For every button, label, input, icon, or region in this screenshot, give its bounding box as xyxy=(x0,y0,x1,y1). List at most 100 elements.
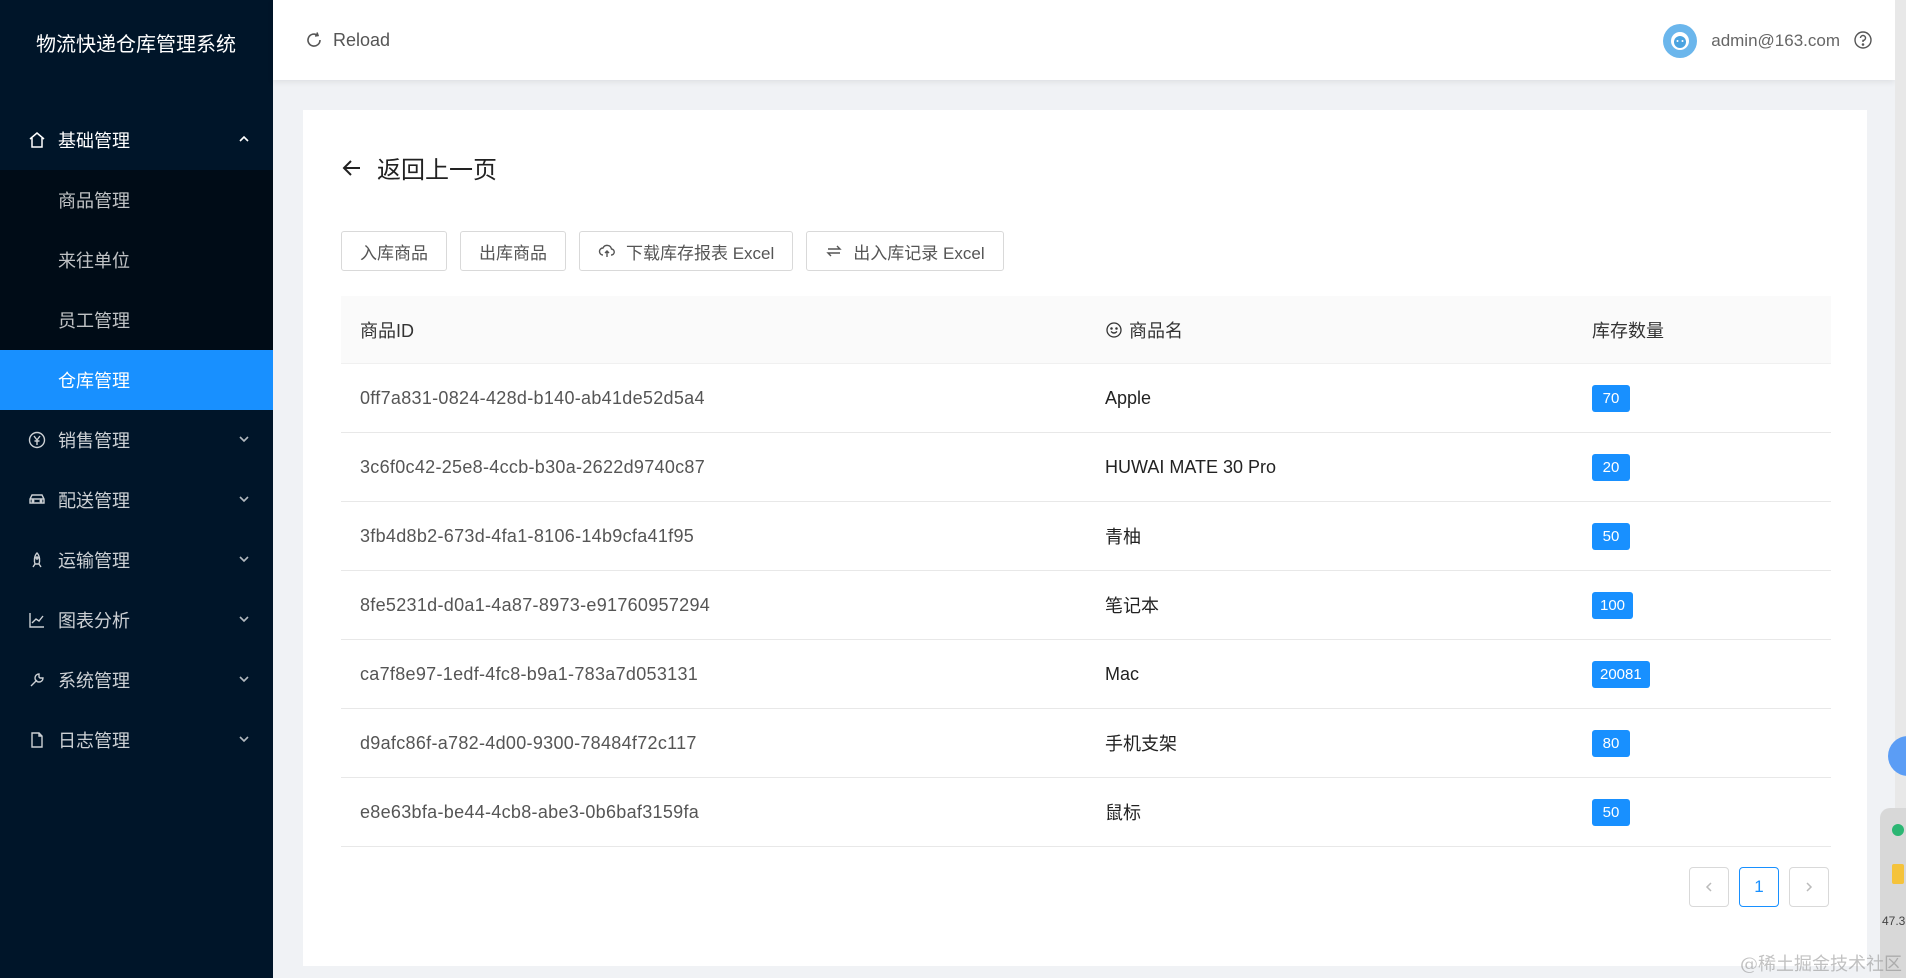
cell-id: d9afc86f-a782-4d00-9300-78484f72c117 xyxy=(360,732,697,753)
column-header-name-label: 商品名 xyxy=(1129,320,1183,341)
app-title: 物流快递仓库管理系统 xyxy=(36,34,236,56)
avatar xyxy=(1663,24,1698,58)
download-report-label: 下载库存报表 Excel xyxy=(626,243,775,263)
cell-name: HUWAI MATE 30 Pro xyxy=(1105,456,1277,477)
cell-qty: 50 xyxy=(1573,798,1831,826)
qty-tag: 100 xyxy=(1592,591,1634,619)
cell-qty: 80 xyxy=(1573,729,1831,757)
menu-group-label: 配送管理 xyxy=(58,491,130,511)
submenu-basic: 商品管理 来往单位 员工管理 仓库管理 xyxy=(0,170,273,410)
qty-tag: 20081 xyxy=(1592,660,1650,688)
prev-page-button[interactable] xyxy=(1689,867,1729,907)
page-button-current[interactable]: 1 xyxy=(1739,867,1779,907)
qty-tag: 20 xyxy=(1592,453,1630,481)
menu-group-label: 系统管理 xyxy=(58,671,130,691)
top-header: Reload admin@163.com xyxy=(273,0,1895,80)
status-bar xyxy=(1892,864,1904,884)
menu-group-basic[interactable]: 基础管理 xyxy=(0,110,273,170)
inbound-button[interactable]: 入库商品 xyxy=(341,231,447,271)
table-row: ca7f8e97-1edf-4fc8-b9a1-783a7d053131 Mac… xyxy=(341,640,1831,709)
cell-id: 0ff7a831-0824-428d-b140-ab41de52d5a4 xyxy=(360,387,705,408)
records-label: 出入库记录 Excel xyxy=(853,243,985,263)
reload-label: Reload xyxy=(333,29,391,50)
user-email: admin@163.com xyxy=(1711,31,1840,50)
yen-icon xyxy=(28,431,46,449)
table-row: d9afc86f-a782-4d00-9300-78484f72c117 手机支… xyxy=(341,709,1831,778)
cell-id: ca7f8e97-1edf-4fc8-b9a1-783a7d053131 xyxy=(360,663,699,684)
watermark: @稀土掘金技术社区 xyxy=(1740,954,1902,975)
records-button[interactable]: 出入库记录 Excel xyxy=(806,231,1004,271)
menu-group-label: 图表分析 xyxy=(58,611,130,631)
table-row: 0ff7a831-0824-428d-b140-ab41de52d5a4 App… xyxy=(341,364,1831,433)
qty-tag: 80 xyxy=(1592,729,1630,757)
chevron-down-icon xyxy=(239,556,249,563)
menu-group-label: 销售管理 xyxy=(58,431,130,451)
table-row: 3fb4d8b2-673d-4fa1-8106-14b9cfa41f95 青柚 … xyxy=(341,502,1831,571)
cloud-upload-icon xyxy=(598,244,615,257)
sidebar-item-staff[interactable]: 员工管理 xyxy=(0,290,273,350)
menu-group-label: 基础管理 xyxy=(58,131,130,151)
toolbar: 入库商品 出库商品 下载库存报表 Excel 出入库记录 Excel xyxy=(341,231,1017,271)
cell-id: 3c6f0c42-25e8-4ccb-b30a-2622d9740c87 xyxy=(360,456,706,477)
cell-qty: 20081 xyxy=(1573,660,1831,688)
cell-name: 手机支架 xyxy=(1105,734,1177,754)
monitor-value: 47.3 xyxy=(1882,914,1906,928)
table-row: 3c6f0c42-25e8-4ccb-b30a-2622d9740c87 HUW… xyxy=(341,433,1831,502)
reload-button[interactable]: Reload xyxy=(305,30,390,51)
back-label: 返回上一页 xyxy=(377,157,497,184)
chevron-down-icon xyxy=(239,736,249,743)
smile-icon xyxy=(1106,321,1122,338)
cell-qty: 100 xyxy=(1573,591,1831,619)
chevron-down-icon xyxy=(239,496,249,503)
sidebar-item-partners[interactable]: 来往单位 xyxy=(0,230,273,290)
sidebar: 物流快递仓库管理系统 基础管理 商品管理 来往单位 员工管理 仓库管理 销售管理… xyxy=(0,0,273,978)
table-row: 8fe5231d-d0a1-4a87-8973-e91760957294 笔记本… xyxy=(341,571,1831,640)
menu-group-system[interactable]: 系统管理 xyxy=(0,650,273,710)
chevron-down-icon xyxy=(239,616,249,623)
cell-name: 鼠标 xyxy=(1105,803,1141,823)
arrow-left-icon xyxy=(342,159,360,176)
menu-group-logs[interactable]: 日志管理 xyxy=(0,710,273,770)
qty-tag: 70 xyxy=(1592,384,1630,412)
menu-group-label: 日志管理 xyxy=(58,731,130,751)
back-button[interactable]: 返回上一页 xyxy=(341,150,497,185)
car-icon xyxy=(28,491,46,509)
file-icon xyxy=(28,731,46,749)
tool-icon xyxy=(28,671,46,689)
sidebar-item-warehouse[interactable]: 仓库管理 xyxy=(0,350,273,410)
qty-tag: 50 xyxy=(1592,522,1630,550)
chevron-down-icon xyxy=(239,676,249,683)
cell-id: 8fe5231d-d0a1-4a87-8973-e91760957294 xyxy=(360,594,711,615)
reload-icon xyxy=(307,32,321,47)
column-header-name: 商品名 xyxy=(1086,317,1573,343)
chevron-down-icon xyxy=(239,436,249,443)
cell-qty: 20 xyxy=(1573,453,1831,481)
cell-name: Mac xyxy=(1105,663,1140,684)
sidebar-item-goods[interactable]: 商品管理 xyxy=(0,170,273,230)
cell-qty: 50 xyxy=(1573,522,1831,550)
column-header-qty: 库存数量 xyxy=(1592,320,1664,341)
column-header-id: 商品ID xyxy=(360,320,414,341)
menu-group-label: 运输管理 xyxy=(58,551,130,571)
menu-group-charts[interactable]: 图表分析 xyxy=(0,590,273,650)
user-menu[interactable]: admin@163.com xyxy=(1663,24,1840,58)
inventory-table: 商品ID 商品名 库存数量 0ff7a831-0824-428d-b140-ab… xyxy=(341,296,1831,847)
next-page-button[interactable] xyxy=(1789,867,1829,907)
download-report-button[interactable]: 下载库存报表 Excel xyxy=(579,231,794,271)
menu-group-delivery[interactable]: 配送管理 xyxy=(0,470,273,530)
swap-icon xyxy=(826,245,842,257)
chevron-left-icon xyxy=(1705,882,1712,892)
menu-group-sales[interactable]: 销售管理 xyxy=(0,410,273,470)
home-icon xyxy=(28,131,46,149)
line-chart-icon xyxy=(28,611,46,629)
pagination: 1 xyxy=(1679,867,1829,907)
cell-name: 笔记本 xyxy=(1105,596,1159,616)
help-icon[interactable] xyxy=(1853,30,1873,50)
qty-tag: 50 xyxy=(1592,798,1630,826)
outbound-button[interactable]: 出库商品 xyxy=(460,231,566,271)
menu-group-transport[interactable]: 运输管理 xyxy=(0,530,273,590)
chevron-right-icon xyxy=(1806,882,1813,892)
cell-id: 3fb4d8b2-673d-4fa1-8106-14b9cfa41f95 xyxy=(360,525,695,546)
chevron-up-icon xyxy=(239,135,249,142)
floating-assistant-button[interactable] xyxy=(1888,736,1906,776)
